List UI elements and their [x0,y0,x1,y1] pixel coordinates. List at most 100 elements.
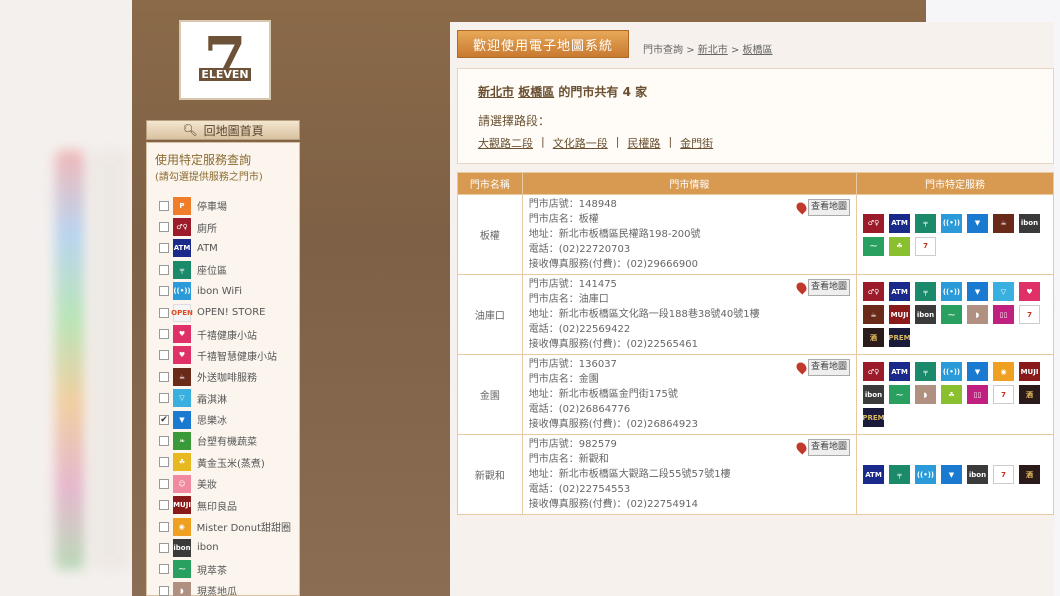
service-filter-item[interactable]: P 停車場 [155,195,291,216]
wifi-icon: ((•)) [941,213,962,233]
health-station-icon: ♥ [173,325,191,344]
service-filter-item[interactable]: ☺ 美妝 [155,473,291,494]
service-checkbox[interactable] [159,329,169,340]
service-filter-sidebar: 使用特定服務查詢 (請勾選提供服務之門市) P 停車場 ♂♀ 廁所 ATM ATM ╤ 座位區… [146,142,300,596]
service-filter-item[interactable]: ▽ 霜淇淋 [155,388,291,409]
route-link[interactable]: 文化路一段 [553,135,608,151]
store-info-line: 地址：新北市板橋區文化路一段188巷38號40號1樓 [528,309,760,320]
store-count-box: 新北市 板橋區 的門市共有 4 家 請選擇路段： 大觀路二段 | 文化路一段 | 民權路… [457,68,1054,164]
service-checkbox[interactable] [159,564,169,575]
donut-icon: ◉ [993,362,1014,381]
service-checkbox[interactable] [159,435,169,446]
store-services: ♂♀ ATM ╤ ((•)) ▼ ▽ ♥ ☕ MUJI ibon ⁓ ◗ ▯▯ 7 酒 PREM [856,274,1054,355]
wine-icon: 酒 [1019,465,1040,484]
city-link[interactable]: 新北市 [478,85,514,99]
sweet-potato-icon: ◗ [915,385,936,404]
route-link[interactable]: 金門街 [680,135,713,151]
service-filter-item[interactable]: ◉ Mister Donut甜甜圈 [155,516,291,537]
store-name: 金園 [457,354,523,435]
service-checkbox[interactable] [159,500,169,511]
service-checkbox[interactable] [159,264,169,275]
service-filter-item[interactable]: ╤ 座位區 [155,259,291,280]
service-checkbox[interactable] [159,350,169,361]
service-checkbox[interactable] [159,307,169,318]
route-link[interactable]: 民權路 [627,135,660,151]
service-filter-item[interactable]: ◗ 現蒸地瓜 [155,580,291,596]
store-info-line: 接收傳真服務(付費)：(02)22565461 [528,339,698,350]
service-checkbox[interactable] [159,585,169,596]
store-services: ♂♀ ATM ╤ ((•)) ▼ ◉ MUJI ibon ⁓ ◗ ☘ ▯▯ 7 酒 PREM [856,354,1054,435]
service-filter-item[interactable]: OPEN OPEN! STORE [155,302,291,323]
store-info-line: 電話：(02)26864776 [528,404,631,415]
service-label: ibon WiFi [197,285,243,297]
wine-icon: 酒 [1019,385,1040,404]
organic-veg-icon: ❧ [173,431,191,450]
page-frame: 7 ELEVEN 🔍︎ 回地圖首頁 使用特定服務查詢 (請勾選提供服務之門市) … [132,0,1054,596]
view-map-button[interactable]: 查看地圖 [794,199,850,216]
seven-eleven-logo[interactable]: 7 ELEVEN [179,20,271,100]
sweet-potato-icon: ◗ [173,581,191,596]
view-map-button[interactable]: 查看地圖 [794,439,850,456]
sidebar-title: 使用特定服務查詢 [155,153,252,167]
service-filter-item[interactable]: ✔ ▼ 思樂冰 [155,409,291,430]
ibon-icon: ibon [1019,213,1040,233]
route-link[interactable]: 大觀路二段 [478,135,533,151]
map-pin-icon [794,360,809,375]
muji-icon: MUJI [173,496,191,515]
col-header-store-info: 門市情報 [521,172,858,195]
route-separator: | [615,135,620,148]
health-station-icon: ♥ [1019,282,1040,301]
view-map-button[interactable]: 查看地圖 [794,359,850,376]
service-icons: ♂♀ ATM ╤ ((•)) ▼ ▽ ♥ ☕ MUJI ibon ⁓ ◗ ▯▯ 7 酒 PREM [863,282,1047,347]
map-pin-icon [794,440,809,455]
service-checkbox[interactable]: ✔ [159,414,169,425]
store-info-line: 電話：(02)22720703 [528,244,631,255]
district-link[interactable]: 板橋區 [518,85,554,99]
service-checkbox[interactable] [159,393,169,404]
route-links: 大觀路二段 | 文化路一段 | 民權路 | 金門街 [478,135,1033,151]
map-home-label: 回地圖首頁 [203,123,264,138]
service-filter-item[interactable]: ATM ATM [155,238,291,259]
service-checkbox[interactable] [159,521,169,532]
breadcrumb-district[interactable]: 板橋區 [743,45,773,56]
service-checkbox[interactable] [159,371,169,382]
corn-icon: ☘ [173,453,191,472]
view-map-button[interactable]: 查看地圖 [794,279,850,296]
breadcrumb-city[interactable]: 新北市 [698,45,728,56]
service-filter-item[interactable]: ❧ 台塑有機蔬菜 [155,430,291,451]
service-filter-item[interactable]: ♥ 千禧健康小站 [155,323,291,344]
service-filter-item[interactable]: ((•)) ibon WiFi [155,281,291,302]
service-label: 停車場 [197,202,227,214]
view-map-label: 查看地圖 [807,279,850,296]
service-checkbox[interactable] [159,457,169,468]
service-checkbox[interactable] [159,243,169,254]
service-filter-item[interactable]: ⁓ 現萃茶 [155,559,291,580]
service-filter-item[interactable]: ☘ 黃金玉米(蒸煮) [155,452,291,473]
slurpee-icon: ▼ [967,213,988,233]
store-info-line: 地址：新北市板橋區民權路198-200號 [528,229,701,240]
premium-icon: PREM [862,408,885,427]
service-checkbox[interactable] [159,286,169,297]
service-label: 現萃茶 [197,565,227,577]
service-checkbox[interactable] [159,222,169,233]
store-info: 門市店號：141475 門市店名：油庫口 地址：新北市板橋區文化路一段188巷38號… [521,274,858,355]
service-filter-item[interactable]: MUJI 無印良品 [155,494,291,515]
service-checkbox[interactable] [159,200,169,211]
map-home-button[interactable]: 🔍︎ 回地圖首頁 [146,120,300,140]
store-info-line: 接收傳真服務(付費)：(02)22754914 [528,499,698,510]
service-icons: ♂♀ ATM ╤ ((•)) ▼ ◉ MUJI ibon ⁓ ◗ ☘ ▯▯ 7 酒 PREM [862,362,1047,427]
service-checkbox[interactable] [159,478,169,489]
seating-icon: ╤ [915,362,936,381]
service-filter-item[interactable]: ♂♀ 廁所 [155,216,291,237]
store-name: 油庫口 [457,274,523,355]
service-filter-item[interactable]: ♥ 千禧智慧健康小站 [155,345,291,366]
service-checkbox[interactable] [159,542,169,553]
store-services: ♂♀ ATM ╤ ((•)) ▼ ☕ ibon ⁓ ☘ 7 [856,194,1054,275]
wifi-icon: ((•)) [173,282,191,301]
service-filter-item[interactable]: ibon ibon [155,537,291,558]
store-count-heading: 新北市 板橋區 的門市共有 4 家 [478,83,1033,100]
restroom-icon: ♂♀ [173,218,191,237]
ibon-icon: ibon [863,385,884,404]
service-filter-item[interactable]: ☕ 外送咖啡服務 [155,366,291,387]
ibon-icon: ibon [967,465,988,484]
